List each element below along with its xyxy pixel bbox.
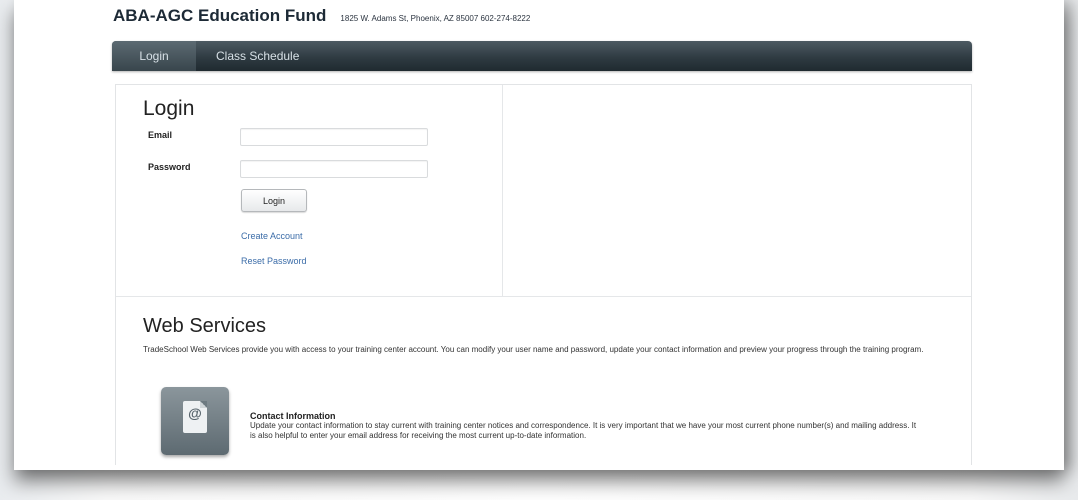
password-field[interactable] [240, 160, 428, 178]
create-account-link[interactable]: Create Account [241, 231, 303, 241]
tab-class-schedule[interactable]: Class Schedule [196, 41, 319, 71]
main-content: Login Email Password Login Create Accoun… [115, 84, 972, 465]
contact-information-description: Update your contact information to stay … [250, 421, 917, 440]
at-sign-icon: @ [188, 405, 202, 421]
contact-information-title[interactable]: Contact Information [250, 411, 336, 421]
password-label: Password [148, 162, 191, 172]
web-services-title: Web Services [143, 315, 267, 337]
reset-password-link[interactable]: Reset Password [241, 256, 307, 266]
login-button[interactable]: Login [241, 189, 307, 212]
web-services-description: TradeSchool Web Services provide you wit… [143, 345, 924, 354]
main-navbar: Login Class Schedule [112, 41, 972, 71]
site-address: 1825 W. Adams St, Phoenix, AZ 85007 602-… [340, 14, 531, 23]
login-panel: Login Email Password Login Create Accoun… [116, 85, 503, 297]
site-header: ABA-AGC Education Fund 1825 W. Adams St,… [113, 6, 973, 32]
email-label: Email [148, 130, 173, 140]
right-panel [503, 85, 971, 297]
contact-document-icon[interactable]: @ [161, 387, 229, 455]
tab-login[interactable]: Login [112, 41, 196, 71]
site-brand: ABA-AGC Education Fund [113, 6, 327, 25]
login-title: Login [143, 97, 195, 120]
email-field[interactable] [240, 128, 428, 146]
